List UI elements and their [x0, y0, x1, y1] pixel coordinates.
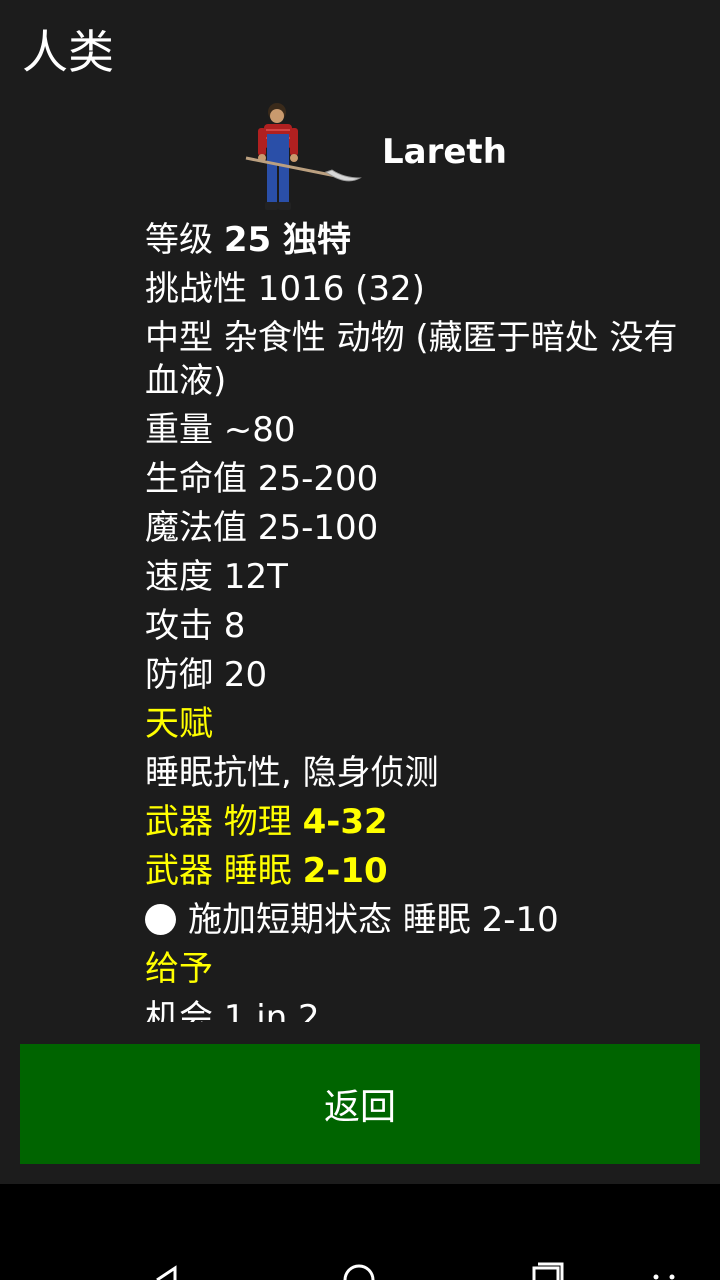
back-button[interactable]: 返回	[20, 1044, 700, 1164]
stat-level-label: 等级	[145, 220, 213, 260]
page-title: 人类	[22, 25, 114, 79]
nav-menu-icon	[653, 1274, 675, 1280]
nav-menu-button[interactable]	[604, 1184, 720, 1280]
creature-name: Lareth	[382, 132, 507, 172]
talents-list: 睡眠抗性, 隐身侦测	[145, 753, 439, 793]
stat-defense: 防御 20	[145, 655, 268, 695]
weapon-sleep-value: 2-10	[302, 851, 388, 891]
stat-level: 等级 25 独特	[145, 216, 705, 265]
nav-recents-icon	[532, 1262, 564, 1280]
nav-back-button[interactable]	[113, 1184, 233, 1280]
nav-home-icon	[343, 1264, 375, 1280]
creature-sprite-icon	[245, 103, 362, 210]
system-nav-bar	[0, 1184, 720, 1280]
chance-line: 机会 1 in 2	[145, 998, 320, 1022]
stat-hp: 生命值 25-200	[145, 459, 379, 499]
weapon-physical-label: 武器 物理	[145, 802, 292, 842]
effect-line: 施加短期状态 睡眠 2-10	[145, 896, 705, 945]
bullet-icon	[145, 904, 176, 935]
talents-header: 天赋	[145, 704, 213, 744]
weapon-physical-value: 4-32	[302, 802, 388, 842]
stat-type: 中型 杂食性 动物 (藏匿于暗处 没有血液)	[145, 318, 678, 401]
stat-weight: 重量 ~80	[145, 410, 296, 450]
weapon-sleep: 武器 睡眠 2-10	[145, 847, 705, 896]
weapon-physical: 武器 物理 4-32	[145, 798, 705, 847]
nav-recents-button[interactable]	[486, 1184, 606, 1280]
stats-list: 等级 25 独特 挑战性 1016 (32) 中型 杂食性 动物 (藏匿于暗处 …	[145, 216, 705, 1022]
nav-back-icon	[156, 1265, 177, 1280]
weapon-sleep-label: 武器 睡眠	[145, 851, 292, 891]
stat-speed: 速度 12T	[145, 557, 288, 597]
nav-home-button[interactable]	[299, 1184, 419, 1280]
grants-header: 给予	[145, 949, 213, 989]
stat-mp: 魔法值 25-100	[145, 508, 379, 548]
stat-level-value: 25 独特	[223, 220, 351, 260]
stats-scroll-area[interactable]: 等级 25 独特 挑战性 1016 (32) 中型 杂食性 动物 (藏匿于暗处 …	[145, 216, 705, 1022]
creature-header: Lareth	[240, 100, 507, 218]
stat-attack: 攻击 8	[145, 606, 246, 646]
effect-text: 施加短期状态 睡眠 2-10	[188, 900, 559, 940]
stat-challenge: 挑战性 1016 (32)	[145, 269, 425, 309]
screen: 人类 Lareth 等级 25 独特 挑战性 1016 (32) 中型 杂食性 …	[0, 0, 720, 1280]
